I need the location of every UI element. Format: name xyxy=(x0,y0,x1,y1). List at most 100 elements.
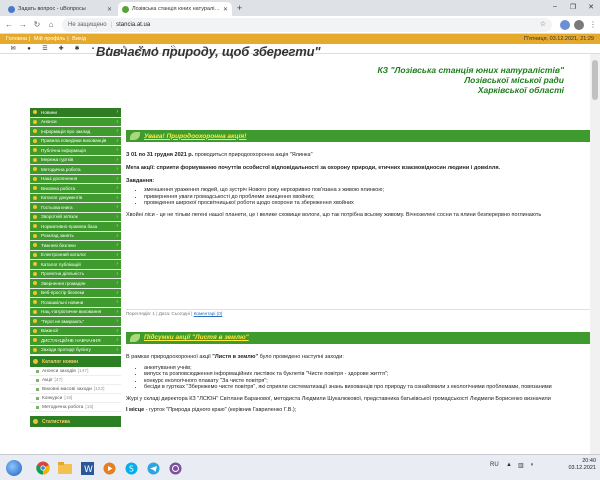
news-category-link[interactable]: Методична робота [15] xyxy=(30,403,121,412)
news-category-link[interactable]: Анонси заходів [147] xyxy=(30,367,121,376)
explorer-icon[interactable] xyxy=(56,459,74,477)
page-scrollbar[interactable] xyxy=(590,54,600,454)
sidebar-item[interactable]: Анонси › xyxy=(30,117,121,127)
forward-icon[interactable]: → xyxy=(18,20,28,30)
reload-icon[interactable]: ↻ xyxy=(32,20,42,30)
chevron-right-icon: › xyxy=(116,118,118,125)
extension-icon[interactable] xyxy=(560,20,570,30)
sidebar-item[interactable]: Каталог документів › xyxy=(30,193,121,203)
sidebar-item[interactable]: Наші досягнення › xyxy=(30,174,121,184)
sidebar-item[interactable]: Правила поведінки вихованців › xyxy=(30,136,121,146)
sidebar-item[interactable]: Каталог публікацій › xyxy=(30,260,121,270)
pm-icon[interactable]: ✉ xyxy=(10,46,16,52)
profile-avatar[interactable] xyxy=(574,20,584,30)
news-category-link[interactable]: Акції [47] xyxy=(30,376,121,385)
jury-text: Журі у складі директора КЗ "ЛСЮН" Світла… xyxy=(126,395,551,402)
profile-link[interactable]: Мій профіль xyxy=(34,36,65,42)
settings-icon[interactable]: ✱ xyxy=(74,46,80,52)
sidebar-item[interactable]: Новини › xyxy=(30,108,121,118)
sidebar-item[interactable]: Розклад занять › xyxy=(30,231,121,241)
clock-date: 03.12.2021 xyxy=(568,465,596,471)
sidebar-item[interactable]: Електронний каталог › xyxy=(30,250,121,260)
info-icon[interactable]: ● xyxy=(26,46,32,52)
news-categories: Анонси заходів [147] Акції [47] Виховні масо… xyxy=(30,367,121,412)
chevron-right-icon: › xyxy=(116,242,118,249)
bullet-icon xyxy=(33,167,37,172)
language-indicator[interactable]: RU xyxy=(490,462,499,468)
tray-arrow-icon[interactable]: ▲ xyxy=(506,462,512,468)
site-user-links: Головна | Мій профіль | Вихід xyxy=(6,36,87,42)
chevron-right-icon: › xyxy=(116,346,118,353)
bullet-icon xyxy=(36,405,39,409)
network-icon[interactable]: ▥ xyxy=(518,462,524,469)
add-icon[interactable]: ✚ xyxy=(58,46,64,52)
chrome-icon[interactable] xyxy=(34,459,52,477)
url-text[interactable]: stancia.at.ua xyxy=(116,22,150,28)
tab-close-icon[interactable]: ✕ xyxy=(107,6,112,13)
maximize-icon[interactable]: ❐ xyxy=(566,3,580,11)
sidebar-item[interactable]: Вакансії › xyxy=(30,326,121,336)
clock-time: 20:40 xyxy=(582,458,596,464)
sidebar-item[interactable]: "Герої не вмирають" › xyxy=(30,317,121,327)
sidebar-item[interactable]: Нац.-патріотичне виховання › xyxy=(30,307,121,317)
sidebar-item[interactable]: Заходи протидії булінгу › xyxy=(30,345,121,355)
menu-icon[interactable]: ⋮ xyxy=(588,20,598,30)
media-player-icon[interactable] xyxy=(100,459,118,477)
telegram-icon[interactable] xyxy=(144,459,162,477)
news-category-link[interactable]: Виховні масові заходи [122] xyxy=(30,385,121,394)
sidebar-item[interactable]: Гостьова книга › xyxy=(30,203,121,213)
bullet-icon xyxy=(33,138,37,143)
address-bar[interactable]: Не защищено | stancia.at.ua ☆ xyxy=(62,18,552,32)
comments-link[interactable]: Коментарі (0) xyxy=(194,311,223,316)
tab-close-icon[interactable]: ✕ xyxy=(223,6,228,13)
viber-icon[interactable] xyxy=(166,459,184,477)
category-label: Анонси заходів xyxy=(42,368,76,374)
security-indicator[interactable]: Не защищено xyxy=(68,22,107,28)
new-tab-icon[interactable]: + xyxy=(234,3,245,14)
bullet-icon xyxy=(36,396,39,400)
sidebar-item[interactable]: Мережа гуртків › xyxy=(30,155,121,165)
volume-icon[interactable]: ◖ xyxy=(530,462,534,468)
sidebar-item[interactable]: ДИСТАНЦІЙНЕ НАВЧАННЯ › xyxy=(30,336,121,346)
site-motto: Вивчаємо природу, щоб зберегти" xyxy=(96,44,321,59)
sidebar-item[interactable]: Зворотній зв'язок › xyxy=(30,212,121,222)
sidebar-item[interactable]: Методична робота › xyxy=(30,165,121,175)
sidebar-item[interactable]: Публічна інформація › xyxy=(30,146,121,156)
post-title-link[interactable]: Увага! Природоохоронна акція! xyxy=(144,133,246,140)
place-text: - гурток "Природа рідного краю" (керівни… xyxy=(145,406,297,413)
word-icon[interactable]: W xyxy=(78,459,96,477)
category-count: [147] xyxy=(77,368,89,374)
sidebar-item[interactable]: Проектна діяльність › xyxy=(30,269,121,279)
system-clock[interactable]: 20:40 03.12.2021 xyxy=(568,458,596,472)
category-count: [122] xyxy=(93,386,105,392)
news-category-link[interactable]: Конкурси [18] xyxy=(30,394,121,403)
sidebar-item[interactable]: Звернення громадян › xyxy=(30,279,121,289)
tasks-label: Завдання: xyxy=(126,178,155,184)
sidebar-item-label: ДИСТАНЦІЙНЕ НАВЧАННЯ xyxy=(41,337,101,343)
tab-station[interactable]: Лозівська станція юних натуралістів ✕ xyxy=(118,2,232,16)
start-button[interactable] xyxy=(6,460,22,476)
skype-icon[interactable]: S xyxy=(122,459,140,477)
logout-link[interactable]: Вихід xyxy=(72,36,86,42)
sidebar-item[interactable]: Позашкільні новини › xyxy=(30,298,121,308)
sidebar-item[interactable]: Веб-простір безпеки › xyxy=(30,288,121,298)
bookmark-star-icon[interactable]: ☆ xyxy=(540,20,546,28)
sidebar-item-label: Гостьова книга xyxy=(41,204,73,210)
home-link[interactable]: Головна xyxy=(6,36,27,42)
home-icon[interactable]: ⌂ xyxy=(46,20,56,30)
sidebar-item[interactable]: Інформація про заклад › xyxy=(30,127,121,137)
scrollbar-thumb[interactable] xyxy=(592,60,598,100)
sidebar-item[interactable]: Нормативно-правова база › xyxy=(30,222,121,232)
minimize-icon[interactable]: – xyxy=(548,3,562,10)
sidebar-item[interactable]: Тижневі безпеки › xyxy=(30,241,121,251)
tab-questions[interactable]: Задать вопрос - uВопросы ✕ xyxy=(4,2,116,16)
chevron-right-icon: › xyxy=(116,280,118,287)
chevron-right-icon: › xyxy=(116,166,118,173)
post-title-link[interactable]: Підсумки акції "Листя в землю" xyxy=(144,334,249,341)
bullet-icon xyxy=(33,359,38,364)
window-close-icon[interactable]: ✕ xyxy=(584,3,598,11)
list-icon[interactable]: ☰ xyxy=(42,46,48,52)
back-icon[interactable]: ← xyxy=(4,20,14,30)
post-header: Підсумки акції "Листя в землю" xyxy=(126,331,590,344)
sidebar-item[interactable]: Виховна робота › xyxy=(30,184,121,194)
